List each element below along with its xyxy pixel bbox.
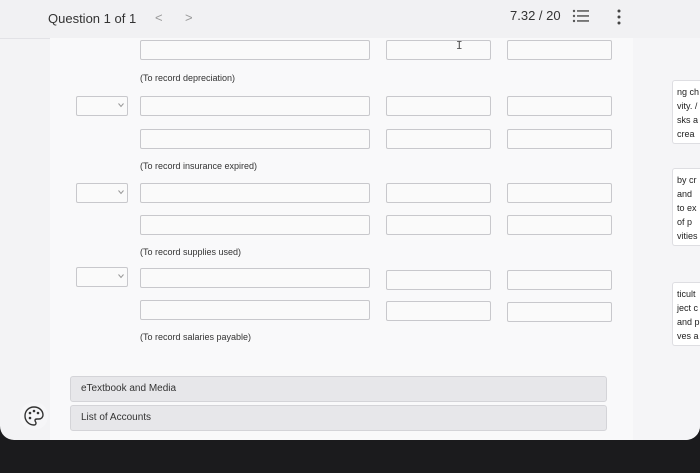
next-question-button[interactable]: >	[185, 10, 193, 25]
side-text-line: and p	[677, 317, 700, 327]
etextbook-label: eTextbook and Media	[81, 383, 177, 394]
side-text-line: and	[677, 189, 693, 199]
entry-caption: (To record insurance expired)	[140, 161, 258, 171]
side-text-line: sks a	[677, 115, 699, 125]
account-title-input[interactable]	[140, 96, 370, 116]
account-title-input[interactable]	[140, 40, 370, 60]
side-text-line: crea	[677, 129, 695, 139]
side-text-line: ticult	[677, 289, 696, 299]
credit-input[interactable]	[507, 183, 612, 203]
previous-question-button[interactable]: <	[155, 10, 163, 25]
side-text-line: of p	[677, 217, 693, 227]
score-display: 7.32 / 20	[510, 8, 561, 23]
side-text-block: ticult ject c and p ves a	[672, 282, 700, 346]
question-label: Question 1 of 1	[48, 11, 137, 26]
debit-input[interactable]	[386, 129, 491, 149]
text-cursor-icon: I	[456, 39, 463, 52]
debit-input[interactable]	[386, 40, 491, 60]
entry-caption: (To record depreciation)	[140, 73, 236, 83]
side-text-line: ves a	[677, 331, 699, 341]
list-of-accounts-panel[interactable]: List of Accounts	[70, 405, 607, 431]
palette-icon	[24, 406, 44, 426]
list-icon[interactable]	[572, 8, 590, 24]
side-text-line: by cr	[677, 175, 697, 185]
side-text-line: ng ch	[677, 87, 700, 97]
side-text-block: ng ch vity. / sks a crea	[672, 80, 700, 144]
date-select[interactable]	[76, 183, 128, 203]
date-select[interactable]	[76, 96, 128, 116]
account-title-input[interactable]	[140, 215, 370, 235]
credit-input[interactable]	[507, 270, 612, 290]
more-options-icon[interactable]	[616, 8, 622, 26]
entry-caption: (To record supplies used)	[140, 247, 242, 257]
date-select[interactable]	[76, 267, 128, 287]
account-title-input[interactable]	[140, 268, 370, 288]
chevron-down-icon	[118, 103, 124, 108]
side-text-line: to ex	[677, 203, 697, 213]
side-text-line: ject c	[677, 303, 699, 313]
top-bar: Question 1 of 1 < > 7.32 / 20	[0, 0, 700, 39]
account-title-input[interactable]	[140, 129, 370, 149]
chevron-down-icon	[118, 274, 124, 279]
credit-input[interactable]	[507, 129, 612, 149]
debit-input[interactable]	[386, 301, 491, 321]
entry-caption: (To record salaries payable)	[140, 332, 252, 342]
debit-input[interactable]	[386, 215, 491, 235]
side-text-line: vities	[677, 231, 698, 241]
list-of-accounts-label: List of Accounts	[81, 412, 152, 423]
help-button[interactable]	[20, 402, 48, 430]
debit-input[interactable]	[386, 270, 491, 290]
app-screen: Question 1 of 1 < > 7.32 / 20 I (To reco…	[0, 0, 700, 440]
credit-input[interactable]	[507, 40, 612, 60]
account-title-input[interactable]	[140, 300, 370, 320]
side-text-line: vity. /	[677, 101, 698, 111]
account-title-input[interactable]	[140, 183, 370, 203]
credit-input[interactable]	[507, 215, 612, 235]
debit-input[interactable]	[386, 96, 491, 116]
credit-input[interactable]	[507, 96, 612, 116]
chevron-down-icon	[118, 190, 124, 195]
side-text-block: by cr and to ex of p vities	[672, 168, 700, 246]
etextbook-panel[interactable]: eTextbook and Media	[70, 376, 607, 402]
credit-input[interactable]	[507, 302, 612, 322]
debit-input[interactable]	[386, 183, 491, 203]
